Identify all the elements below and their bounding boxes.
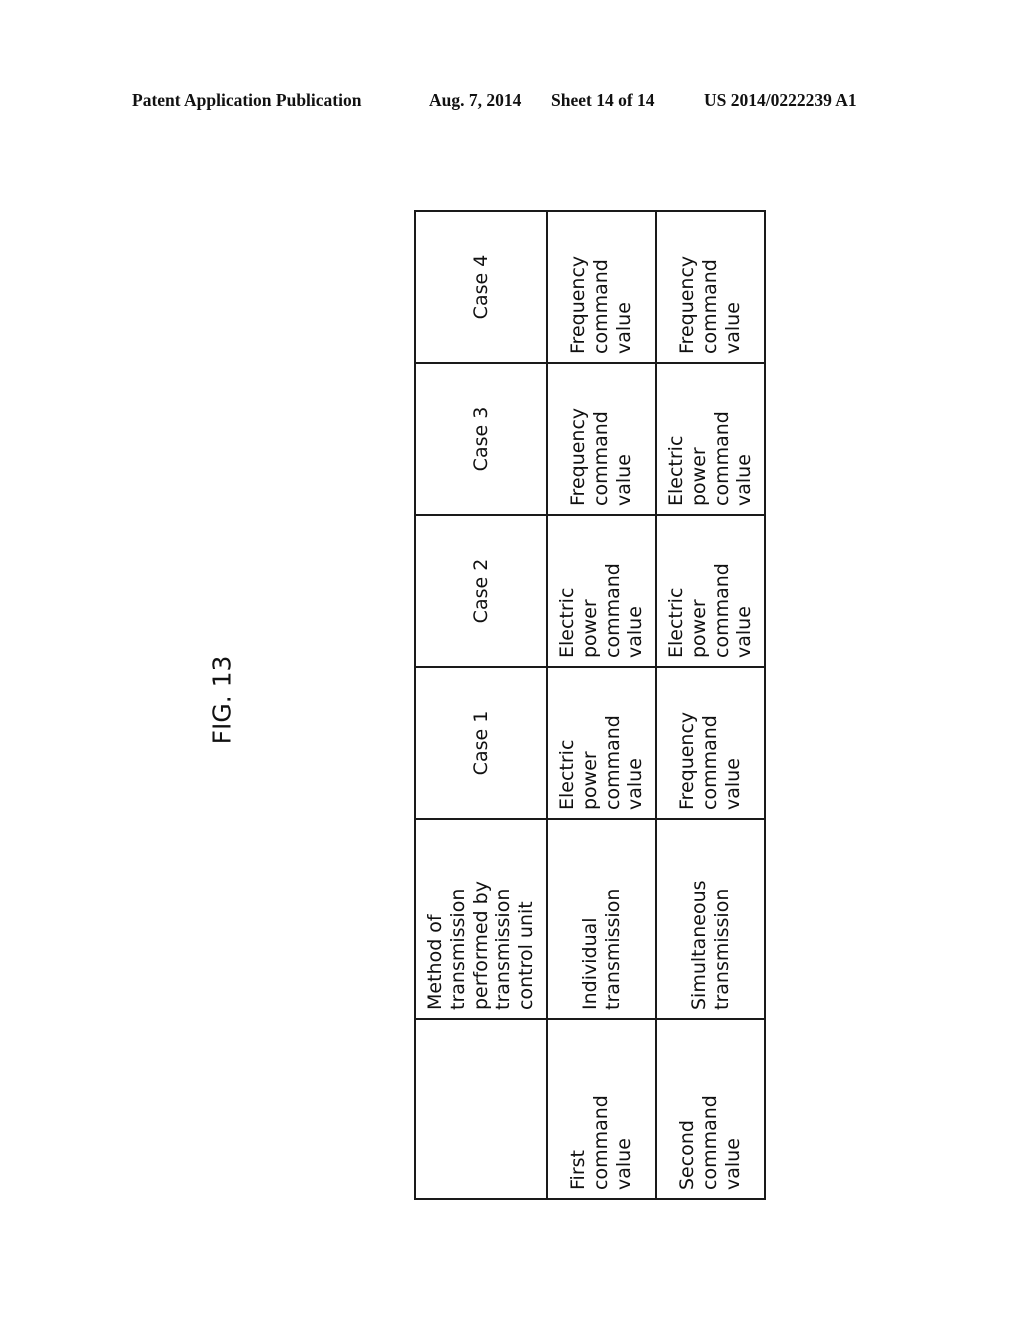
value-cell: Electric power command value xyxy=(656,515,765,667)
table-row: Second command value Simultaneous transm… xyxy=(656,211,765,1199)
value-cell: Frequency command value xyxy=(547,211,656,363)
row-label-cell: Second command value xyxy=(656,1019,765,1199)
method-cell: Simultaneous transmission xyxy=(656,819,765,1019)
case-header-cell: Case 3 xyxy=(415,363,547,515)
value-cell: Electric power command value xyxy=(656,363,765,515)
method-cell: Individual transmission xyxy=(547,819,656,1019)
patent-number: US 2014/0222239 A1 xyxy=(704,90,857,110)
publication-title: Patent Application Publication xyxy=(132,90,362,110)
case-header-cell: Case 4 xyxy=(415,211,547,363)
corner-cell xyxy=(415,1019,547,1199)
page-header: Patent Application Publication Aug. 7, 2… xyxy=(0,90,1024,114)
value-cell: Electric power command value xyxy=(547,515,656,667)
table-row: First command value Individual transmiss… xyxy=(547,211,656,1199)
figure-table-container: Method of transmission performed by tran… xyxy=(414,210,766,1200)
sheet-number: Sheet 14 of 14 xyxy=(551,90,655,110)
publication-date: Aug. 7, 2014 xyxy=(429,90,522,110)
table-header-row: Method of transmission performed by tran… xyxy=(415,211,547,1199)
value-cell: Frequency command value xyxy=(656,667,765,819)
figure-label: FIG. 13 xyxy=(207,655,237,745)
method-header-cell: Method of transmission performed by tran… xyxy=(415,819,547,1019)
value-cell: Frequency command value xyxy=(547,363,656,515)
case-header-cell: Case 2 xyxy=(415,515,547,667)
command-value-table: Method of transmission performed by tran… xyxy=(414,210,766,1200)
value-cell: Electric power command value xyxy=(547,667,656,819)
value-cell: Frequency command value xyxy=(656,211,765,363)
row-label-cell: First command value xyxy=(547,1019,656,1199)
case-header-cell: Case 1 xyxy=(415,667,547,819)
